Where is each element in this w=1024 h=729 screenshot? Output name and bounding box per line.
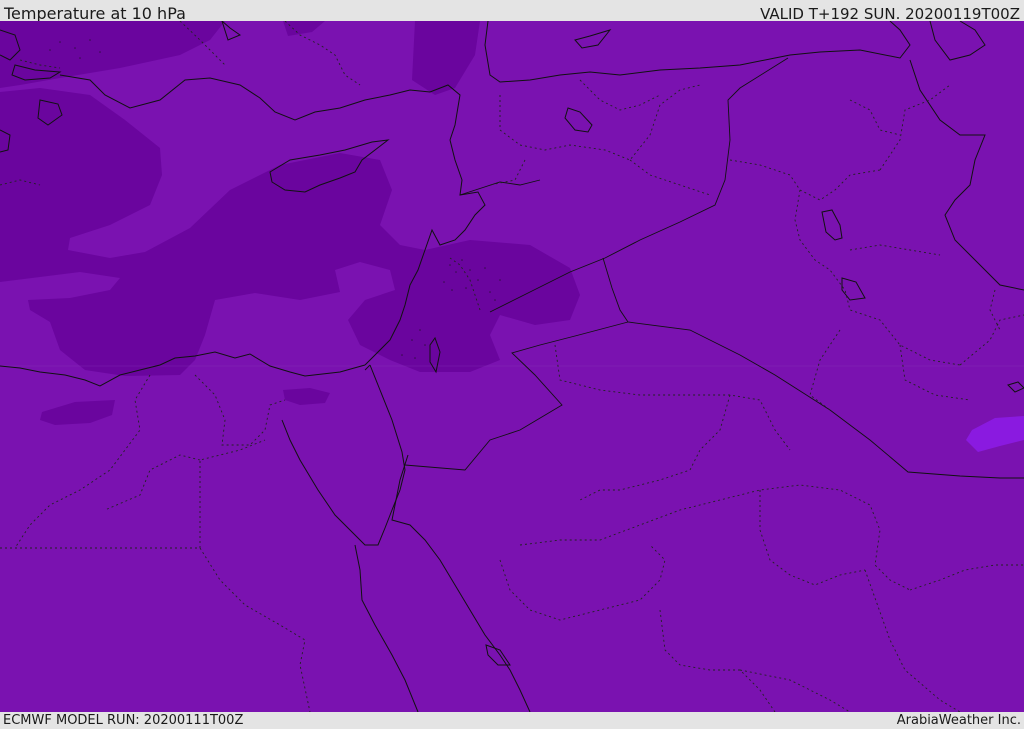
weather-map[interactable] (0, 21, 1024, 712)
footer-bar: ECMWF MODEL RUN: 20200111T00Z ArabiaWeat… (0, 712, 1024, 729)
header-bar: Temperature at 10 hPa VALID T+192 SUN. 2… (0, 0, 1024, 23)
model-run-label: ECMWF MODEL RUN: 20200111T00Z (3, 713, 244, 728)
brand-label: ArabiaWeather Inc. (896, 713, 1021, 728)
